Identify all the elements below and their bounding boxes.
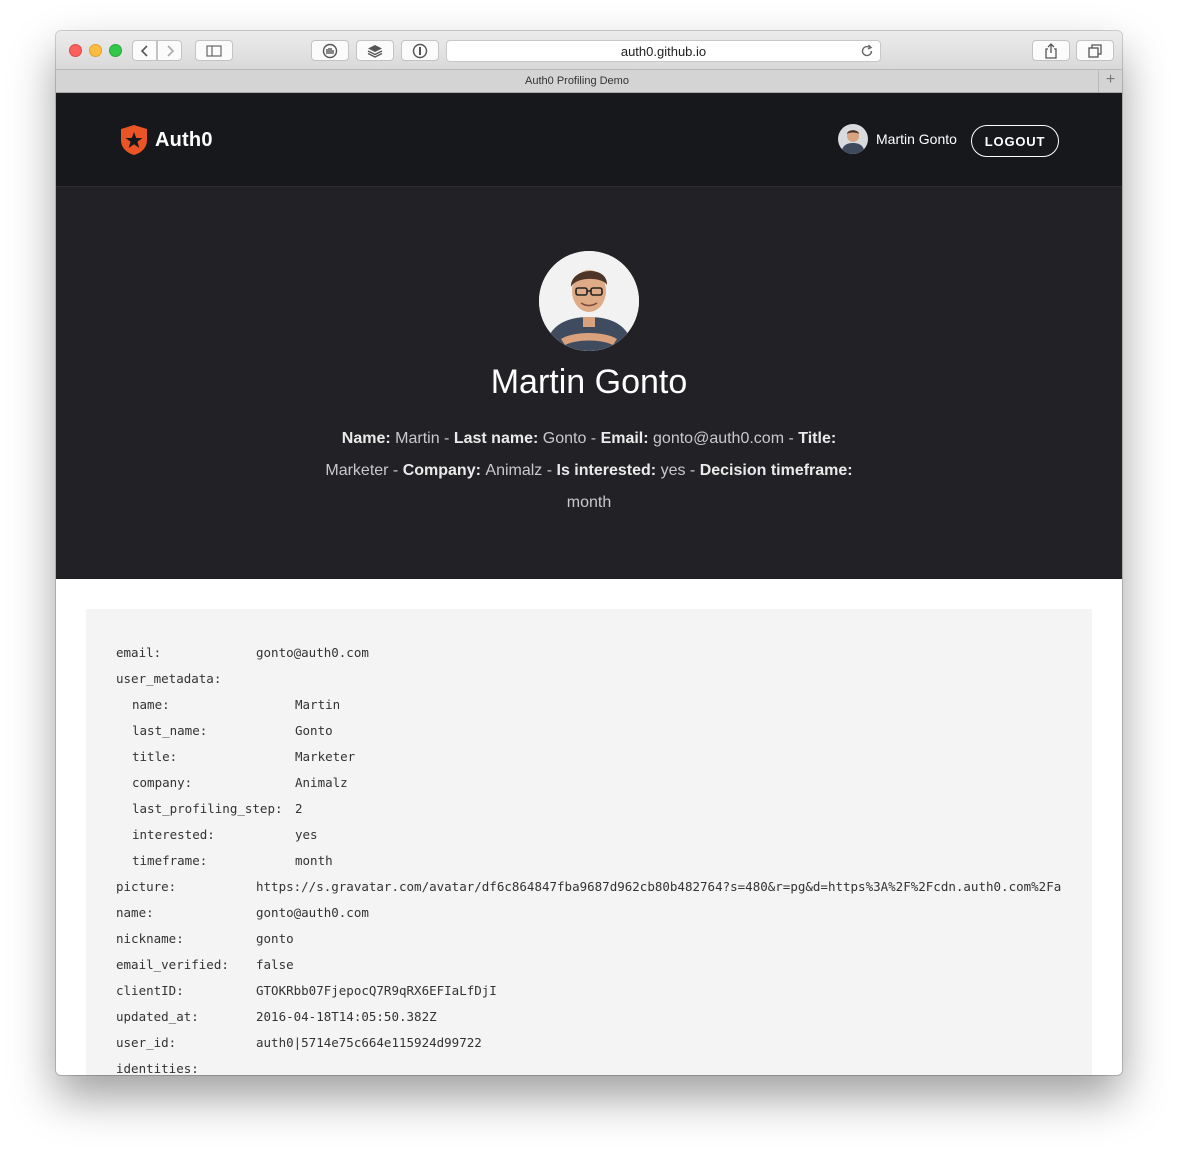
tab-title[interactable]: Auth0 Profiling Demo	[56, 75, 1098, 87]
browser-toolbar: auth0.github.io	[56, 31, 1122, 69]
json-value: 2016-04-18T14:05:50.382Z	[256, 1009, 437, 1024]
json-key: title:	[132, 749, 178, 764]
profile-json-block: email: gonto@auth0.com user_metadata: na…	[86, 609, 1092, 1075]
json-key: timeframe:	[132, 853, 208, 868]
close-window-button[interactable]	[69, 44, 82, 57]
share-button[interactable]	[1032, 40, 1070, 61]
field-separator: -	[586, 430, 601, 447]
site-navbar: Auth0 Martin Gonto LOGOUT	[56, 93, 1122, 187]
logo-text: Auth0	[155, 128, 213, 151]
sidebar-icon	[206, 44, 222, 57]
new-tab-button[interactable]: +	[1098, 70, 1122, 92]
back-icon	[140, 44, 148, 57]
field-separator: -	[388, 462, 403, 479]
json-value: gonto@auth0.com	[256, 645, 369, 660]
field-label: Name:	[341, 430, 391, 447]
json-value: Animalz	[295, 775, 348, 790]
json-key: email:	[116, 645, 162, 660]
info-icon	[412, 43, 428, 58]
field-separator: -	[542, 462, 557, 479]
nav-avatar[interactable]	[838, 124, 868, 154]
json-key: email_verified:	[116, 957, 229, 972]
field-value: Gonto	[542, 430, 587, 447]
auth0-shield-icon	[121, 125, 147, 155]
info-button[interactable]	[401, 40, 439, 61]
auth0-logo[interactable]: Auth0	[119, 124, 213, 156]
back-button[interactable]	[132, 40, 157, 61]
json-key: user_id:	[116, 1035, 177, 1050]
json-value: gonto	[256, 931, 294, 946]
logout-button[interactable]: LOGOUT	[971, 125, 1059, 157]
json-value: Martin	[295, 697, 341, 712]
layers-icon	[367, 44, 383, 58]
json-key: updated_at:	[116, 1009, 199, 1024]
field-separator: -	[784, 430, 799, 447]
json-value: yes	[295, 827, 318, 842]
reload-icon[interactable]	[860, 44, 874, 58]
field-label: Is interested:	[556, 462, 657, 479]
json-value: false	[256, 957, 294, 972]
layers-button[interactable]	[356, 40, 394, 61]
field-value: Martin	[395, 430, 440, 447]
json-key: clientID:	[116, 983, 184, 998]
json-key: identities:	[116, 1061, 199, 1075]
json-value: gonto@auth0.com	[256, 905, 369, 920]
json-key: nickname:	[116, 931, 184, 946]
json-value: month	[295, 853, 333, 868]
nav-user-name: Martin Gonto	[876, 131, 957, 147]
json-key: picture:	[116, 879, 177, 894]
field-value: yes	[660, 462, 686, 479]
profile-json-section: email: gonto@auth0.com user_metadata: na…	[56, 579, 1122, 1075]
field-label: Email:	[600, 430, 649, 447]
json-key: name:	[132, 697, 170, 712]
field-separator: -	[685, 462, 700, 479]
forward-icon	[166, 44, 174, 57]
field-value: Animalz	[485, 462, 543, 479]
profile-avatar	[539, 251, 639, 351]
tabs-overview-button[interactable]	[1076, 40, 1114, 61]
zoom-window-button[interactable]	[109, 44, 122, 57]
profile-summary: Name: Martin - Last name: Gonto - Email:…	[316, 423, 862, 519]
json-key: last_name:	[132, 723, 208, 738]
json-value: Gonto	[295, 723, 333, 738]
share-icon	[1045, 42, 1057, 59]
profile-full-name: Martin Gonto	[490, 363, 688, 401]
url-text: auth0.github.io	[620, 44, 707, 59]
address-bar[interactable]: auth0.github.io	[446, 40, 881, 62]
json-value: auth0|5714e75c664e115924d99722	[256, 1035, 482, 1050]
json-value: Marketer	[295, 749, 356, 764]
json-key: interested:	[132, 827, 215, 842]
field-label: Title:	[798, 430, 837, 447]
json-value: 2	[295, 801, 303, 816]
json-key: last_profiling_step:	[132, 801, 283, 816]
tab-bar: Auth0 Profiling Demo +	[56, 69, 1122, 93]
tabs-icon	[1088, 43, 1102, 58]
json-key: user_metadata:	[116, 671, 222, 686]
field-separator: -	[439, 430, 454, 447]
field-value: gonto@auth0.com	[653, 430, 785, 447]
sidebar-button[interactable]	[195, 40, 233, 61]
json-value: https://s.gravatar.com/avatar/df6c864847…	[256, 879, 1062, 894]
json-key: company:	[132, 775, 193, 790]
browser-window: auth0.github.io Auth0 Profiling Demo + A…	[56, 31, 1122, 1075]
profile-hero: Martin Gonto Name: Martin - Last name: G…	[56, 187, 1122, 579]
field-label: Last name:	[453, 430, 539, 447]
extension-button[interactable]	[311, 40, 349, 61]
field-value: Marketer	[325, 462, 389, 479]
forward-button[interactable]	[157, 40, 182, 61]
json-key: name:	[116, 905, 154, 920]
field-label: Company:	[402, 462, 481, 479]
minimize-window-button[interactable]	[89, 44, 102, 57]
field-value: month	[566, 494, 612, 511]
field-label: Decision timeframe:	[699, 462, 853, 479]
json-value: GTOKRbb07FjepocQ7R9qRX6EFIaLfDjI	[256, 983, 497, 998]
extension-icon	[322, 43, 338, 58]
